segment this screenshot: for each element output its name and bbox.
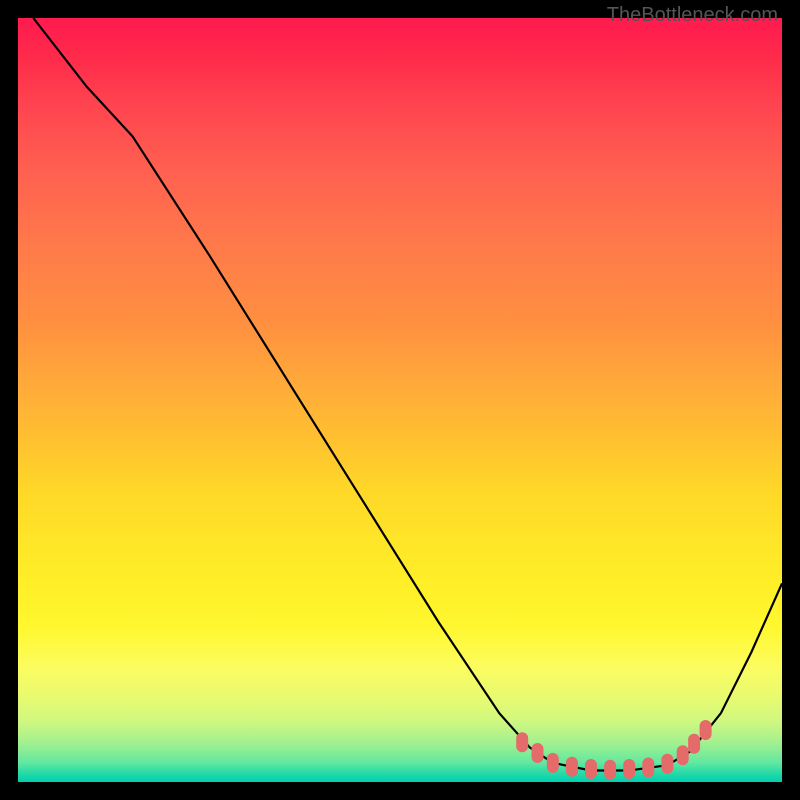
marker-dot (516, 732, 528, 752)
marker-dot (623, 759, 635, 779)
watermark-text: TheBottleneck.com (607, 4, 778, 27)
marker-dot (532, 743, 544, 763)
marker-dot (688, 734, 700, 754)
marker-dot (585, 759, 597, 779)
chart-svg (18, 18, 782, 782)
marker-dot (566, 757, 578, 777)
marker-dot (677, 745, 689, 765)
marker-dot (661, 754, 673, 774)
marker-band (516, 720, 711, 780)
marker-dot (547, 753, 559, 773)
curve-line (33, 18, 782, 771)
marker-dot (604, 760, 616, 780)
marker-dot (642, 758, 654, 778)
marker-dot (700, 720, 712, 740)
